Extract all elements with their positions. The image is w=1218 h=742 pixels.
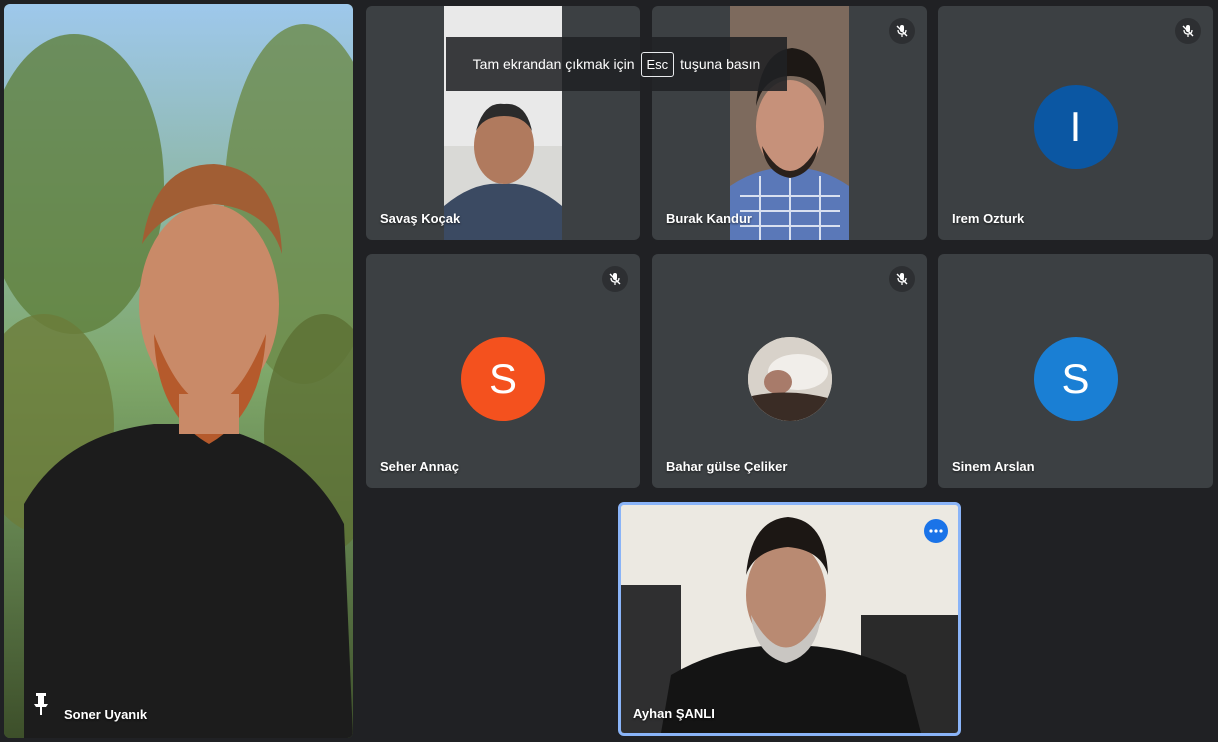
fullscreen-exit-banner: Tam ekrandan çıkmak için Esc tuşuna bası…	[446, 37, 787, 91]
participant-tile-soner[interactable]: Soner Uyanık	[4, 4, 353, 738]
avatar: S	[1033, 337, 1118, 421]
participant-tile-sinem[interactable]: S Sinem Arslan	[938, 254, 1213, 488]
esc-key-hint: Esc	[640, 51, 675, 77]
mic-off-icon	[889, 18, 915, 44]
mic-off-icon	[1175, 18, 1201, 44]
mic-off-icon	[602, 266, 628, 292]
mic-off-icon	[889, 266, 915, 292]
participant-name: Sinem Arslan	[952, 459, 1035, 474]
participant-tile-irem[interactable]: I Irem Ozturk	[938, 6, 1213, 240]
participant-name: Burak Kandur	[666, 211, 752, 226]
banner-text-after: tuşuna basın	[680, 56, 761, 72]
participant-tile-seher[interactable]: S Seher Annaç	[366, 254, 640, 488]
participant-tile-ayhan[interactable]: Ayhan ŞANLI	[618, 502, 961, 736]
more-options-icon[interactable]	[924, 519, 948, 543]
avatar-photo-image	[747, 337, 832, 421]
banner-text-before: Tam ekrandan çıkmak için	[472, 56, 635, 72]
video-frame-soner	[4, 4, 353, 738]
participant-name: Ayhan ŞANLI	[633, 706, 715, 721]
avatar-initial: S	[488, 355, 517, 402]
participant-tile-bahar[interactable]: Bahar gülse Çeliker	[652, 254, 927, 488]
avatar: I	[1033, 85, 1118, 169]
participant-name: Soner Uyanık	[64, 707, 148, 722]
participant-name: Savaş Koçak	[380, 211, 461, 226]
video-feed-ayhan	[621, 505, 958, 733]
participant-name: Seher Annaç	[380, 459, 459, 474]
avatar-initial: S	[1061, 355, 1090, 402]
avatar-initial: I	[1069, 103, 1082, 150]
participant-name: Bahar gülse Çeliker	[666, 459, 788, 474]
participant-name: Irem Ozturk	[952, 211, 1025, 226]
video-frame-ayhan	[621, 505, 958, 733]
avatar-photo	[747, 337, 832, 421]
pin-icon[interactable]	[34, 693, 48, 720]
video-feed-soner	[4, 4, 353, 738]
avatar: S	[461, 337, 545, 421]
